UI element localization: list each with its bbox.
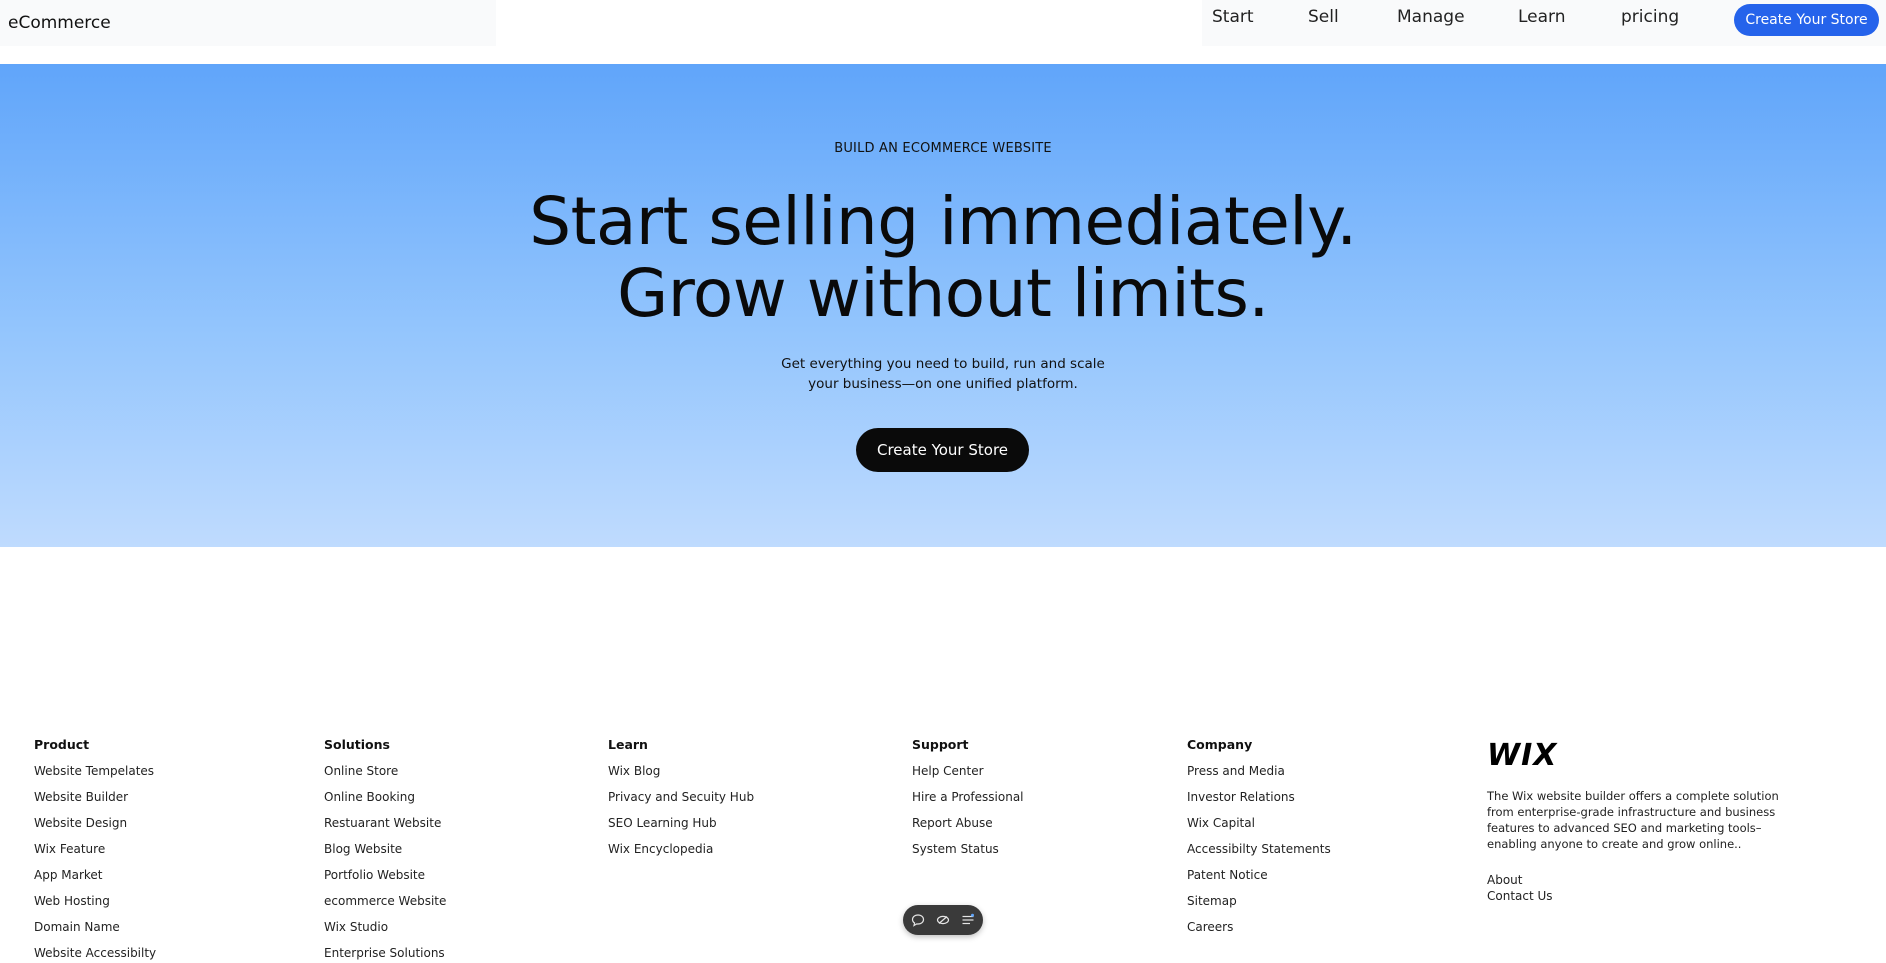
footer-link[interactable]: Online Store — [324, 763, 446, 789]
footer-col-company: Company Press and Media Investor Relatio… — [1187, 737, 1331, 945]
footer-link[interactable]: Website Design — [34, 815, 156, 841]
settings-list-icon[interactable] — [958, 910, 978, 930]
footer-link[interactable]: Portfolio Website — [324, 867, 446, 893]
footer-link[interactable]: Wix Blog — [608, 763, 754, 789]
footer-link[interactable]: Restuarant Website — [324, 815, 446, 841]
hero-title-line1: Start selling immediately. — [529, 183, 1357, 260]
footer-link[interactable]: Web Hosting — [34, 893, 156, 919]
wix-description: The Wix website builder offers a complet… — [1487, 789, 1779, 851]
brand-logo[interactable]: eCommerce — [8, 13, 111, 33]
nav-pricing[interactable]: pricing — [1621, 7, 1679, 27]
footer-link[interactable]: Careers — [1187, 919, 1331, 945]
footer-link[interactable]: Investor Relations — [1187, 789, 1331, 815]
footer-link[interactable]: Enterprise Solutions — [324, 945, 446, 963]
hero-section: BUILD AN ECOMMERCE WEBSITE Start selling… — [0, 64, 1886, 547]
footer-link[interactable]: Press and Media — [1187, 763, 1331, 789]
footer-link[interactable]: Hire a Professional — [912, 789, 1024, 815]
eye-slash-icon[interactable] — [933, 910, 953, 930]
footer-heading-support: Support — [912, 737, 969, 752]
footer-col-solutions: Solutions Online Store Online Booking Re… — [324, 737, 446, 963]
hero-title: Start selling immediately. Grow without … — [0, 186, 1886, 330]
footer-col-product: Product Website Tempelates Website Build… — [34, 737, 156, 963]
footer-heading-product: Product — [34, 737, 90, 752]
footer-link[interactable]: Accessibilty Statements — [1187, 841, 1331, 867]
footer-link[interactable]: Privacy and Secuity Hub — [608, 789, 754, 815]
chat-bubble-icon[interactable] — [908, 910, 928, 930]
hero-create-store-button[interactable]: Create Your Store — [856, 428, 1029, 472]
hero-title-line2: Grow without limits. — [617, 255, 1269, 332]
footer-link[interactable]: Website Tempelates — [34, 763, 156, 789]
header-create-store-button[interactable]: Create Your Store — [1734, 4, 1879, 36]
footer-link[interactable]: Wix Capital — [1187, 815, 1331, 841]
footer-link-contact[interactable]: Contact Us — [1487, 888, 1787, 904]
footer-link[interactable]: Website Builder — [34, 789, 156, 815]
header-brand-bar: eCommerce — [0, 0, 496, 46]
footer-link[interactable]: Wix Encyclopedia — [608, 841, 754, 867]
footer-link[interactable]: Patent Notice — [1187, 867, 1331, 893]
footer-heading-learn: Learn — [608, 737, 648, 752]
footer-link[interactable]: Report Abuse — [912, 815, 1024, 841]
hero-subtitle: Get everything you need to build, run an… — [781, 356, 1105, 392]
footer-link[interactable]: Website Accessibilty — [34, 945, 156, 963]
footer-link[interactable]: Help Center — [912, 763, 1024, 789]
footer-link[interactable]: ecommerce Website — [324, 893, 446, 919]
footer-link[interactable]: Sitemap — [1187, 893, 1331, 919]
nav-learn[interactable]: Learn — [1518, 7, 1566, 27]
footer-heading-solutions: Solutions — [324, 737, 390, 752]
hero-eyebrow: BUILD AN ECOMMERCE WEBSITE — [834, 141, 1052, 156]
footer-link-about[interactable]: About — [1487, 872, 1787, 888]
footer-link[interactable]: Online Booking — [324, 789, 446, 815]
footer-heading-company: Company — [1187, 737, 1253, 752]
footer-link[interactable]: App Market — [34, 867, 156, 893]
nav-manage[interactable]: Manage — [1397, 7, 1465, 27]
nav-sell[interactable]: Sell — [1308, 7, 1339, 27]
footer-link[interactable]: System Status — [912, 841, 1024, 867]
footer-wix-about: WIX The Wix website builder offers a com… — [1487, 740, 1787, 904]
footer-link[interactable]: Wix Studio — [324, 919, 446, 945]
wix-logo: WIX — [1487, 738, 1558, 773]
footer-link[interactable]: SEO Learning Hub — [608, 815, 754, 841]
footer-link[interactable]: Domain Name — [34, 919, 156, 945]
floating-toolbar — [903, 905, 983, 935]
nav-start[interactable]: Start — [1212, 7, 1254, 27]
footer-col-learn: Learn Wix Blog Privacy and Secuity Hub S… — [608, 737, 754, 867]
footer-link[interactable]: Blog Website — [324, 841, 446, 867]
footer-link[interactable]: Wix Feature — [34, 841, 156, 867]
footer-col-support: Support Help Center Hire a Professional … — [912, 737, 1024, 867]
